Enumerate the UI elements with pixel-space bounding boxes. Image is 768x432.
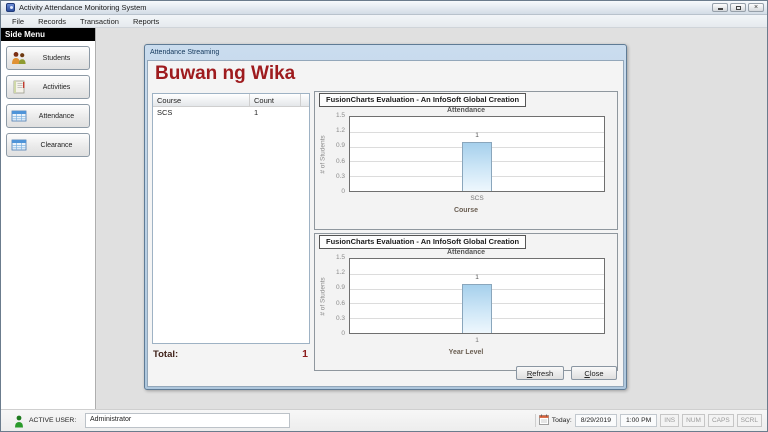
table-row[interactable]: SCS 1: [153, 107, 309, 119]
status-bar: ACTIVE USER: Administrator Today: 8/29/2…: [1, 409, 767, 431]
window-title: Activity Attendance Monitoring System: [19, 3, 147, 12]
menu-transaction[interactable]: Transaction: [73, 16, 126, 27]
active-user-label: ACTIVE USER:: [29, 417, 77, 424]
sidebar-button-students[interactable]: Students: [6, 46, 90, 70]
menu-records[interactable]: Records: [31, 16, 73, 27]
column-header-sliver: [301, 94, 309, 106]
chart-title: Attendance: [446, 107, 486, 114]
close-dialog-button[interactable]: Close: [571, 366, 617, 380]
activities-icon: [10, 80, 28, 94]
sidebar-button-label: Attendance: [38, 112, 75, 120]
active-user-value: Administrator: [85, 413, 290, 428]
refresh-button-label: efresh: [532, 369, 554, 378]
page-title: Buwan ng Wika: [155, 63, 296, 84]
y-tick-label: 0.3: [335, 315, 345, 322]
sidebar-button-attendance[interactable]: Attendance: [6, 104, 90, 128]
x-tick-label: SCS: [470, 195, 484, 202]
attendance-table-icon: [10, 110, 28, 122]
y-tick-label: 0.3: [335, 173, 345, 180]
fusioncharts-header: FusionCharts Evaluation - An InfoSoft Gl…: [319, 93, 527, 107]
chart-title: Attendance: [446, 249, 486, 256]
fusioncharts-header: FusionCharts Evaluation - An InfoSoft Gl…: [319, 235, 527, 249]
sidebar-button-label: Activities: [42, 83, 71, 91]
y-tick-label: 1.2: [335, 127, 345, 134]
y-tick-label: 0: [341, 330, 345, 337]
course-count-table: Course Count SCS 1: [152, 93, 310, 344]
x-tick-label: 1: [475, 337, 479, 344]
y-tick-label: 1.2: [335, 269, 345, 276]
close-button-label: lose: [589, 369, 604, 378]
close-button[interactable]: ×: [748, 3, 764, 12]
mdi-area: Attendance Streaming Buwan ng Wika Cours…: [97, 28, 767, 409]
table-header-row: Course Count: [153, 94, 309, 107]
window-titlebar: Activity Attendance Monitoring System ×: [1, 1, 767, 15]
cell-course: SCS: [157, 108, 173, 117]
calendar-icon: [538, 412, 549, 430]
students-icon: [10, 51, 28, 65]
y-tick-label: 1.5: [335, 254, 345, 261]
status-flag-ins: INS: [660, 414, 680, 427]
status-date: 8/29/2019: [574, 414, 617, 427]
status-separator: [534, 414, 536, 427]
restore-button[interactable]: [730, 3, 746, 12]
chart-plot-area: 1: [349, 258, 605, 334]
attendance-streaming-window: Attendance Streaming Buwan ng Wika Cours…: [144, 44, 627, 390]
clearance-table-icon: [10, 139, 28, 151]
y-tick-label: 0.9: [335, 284, 345, 291]
chart-panel-course: FusionCharts Evaluation - An InfoSoft Gl…: [314, 91, 618, 230]
chart-panel-year-level: FusionCharts Evaluation - An InfoSoft Gl…: [314, 233, 618, 371]
menu-file[interactable]: File: [5, 16, 31, 27]
active-user-icon: [14, 415, 24, 431]
chart-xlabel: Course: [453, 207, 479, 214]
chart-plot-area: 1: [349, 116, 605, 192]
total-value: 1: [302, 348, 308, 360]
y-tick-label: 0.6: [335, 158, 345, 165]
column-header-count[interactable]: Count: [250, 94, 301, 106]
sidebar-button-label: Students: [42, 54, 71, 62]
chart-xlabel: Year Level: [448, 349, 484, 356]
refresh-button[interactable]: Refresh: [516, 366, 564, 380]
restore-icon: [735, 5, 741, 10]
status-time: 1:00 PM: [619, 414, 658, 427]
y-tick-label: 1.5: [335, 112, 345, 119]
side-menu-header: Side Menu: [1, 28, 95, 41]
menu-reports[interactable]: Reports: [126, 16, 166, 27]
app-window: Activity Attendance Monitoring System × …: [0, 0, 768, 432]
status-bar-right: Today: 8/29/2019 1:00 PM INS NUM CAPS SC…: [534, 412, 762, 430]
y-tick-label: 0.6: [335, 300, 345, 307]
sidebar-button-activities[interactable]: Activities: [6, 75, 90, 99]
y-tick-label: 0: [341, 188, 345, 195]
cell-count: 1: [254, 108, 259, 117]
bar-value-label: 1: [475, 132, 479, 140]
minimize-button[interactable]: [712, 3, 728, 12]
child-window-content: Buwan ng Wika Course Count SCS 1 Total: …: [147, 60, 624, 387]
today-label: Today:: [551, 417, 572, 424]
bar-value-label: 1: [475, 274, 479, 282]
sidebar-button-clearance[interactable]: Clearance: [6, 133, 90, 157]
y-tick-label: 0.9: [335, 142, 345, 149]
minimize-icon: [717, 8, 723, 10]
window-controls: ×: [712, 3, 764, 12]
bar-year-1: [462, 283, 492, 333]
column-header-course[interactable]: Course: [153, 94, 250, 106]
side-menu-panel: Side Menu Students Activities Attendance…: [1, 28, 96, 409]
status-flag-scrl: SCRL: [736, 414, 762, 427]
child-window-title: Attendance Streaming: [150, 49, 220, 56]
menu-bar: File Records Transaction Reports: [1, 15, 767, 28]
bar-scs: [462, 141, 492, 191]
app-icon: [6, 3, 15, 12]
sidebar-button-label: Clearance: [40, 141, 73, 149]
status-flag-caps: CAPS: [707, 414, 734, 427]
close-icon: ×: [753, 3, 759, 11]
child-window-titlebar[interactable]: Attendance Streaming: [147, 47, 624, 60]
status-flag-num: NUM: [682, 414, 705, 427]
total-label: Total:: [153, 349, 179, 360]
